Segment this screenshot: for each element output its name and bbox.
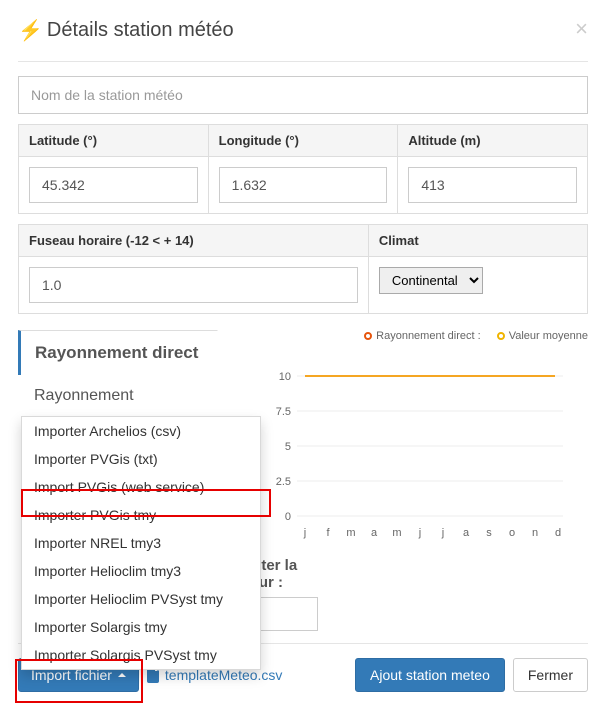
modal-title-text: Détails station météo [47,19,234,42]
flash-icon: ⚡ [18,18,43,43]
longitude-label: Longitude (°) [209,125,398,157]
close-button[interactable]: × [575,18,588,40]
latitude-input[interactable] [29,167,198,203]
x-tick: a [463,527,470,539]
dropdown-item-nrel-tmy3[interactable]: Importer NREL tmy3 [22,529,260,557]
legend-label-1: Rayonnement direct : [376,330,481,342]
import-dropdown-menu: Importer Archelios (csv) Importer PVGis … [21,416,261,670]
latitude-label: Latitude (°) [19,125,208,157]
chart-legend: Rayonnement direct : Valeur moyenne [238,330,588,342]
add-station-button[interactable]: Ajout station meteo [355,658,505,692]
y-tick: 5 [285,441,291,453]
timezone-input[interactable] [29,267,358,303]
y-tick: 2.5 [276,476,291,488]
dropdown-item-solargis-pvsyst[interactable]: Importer Solargis PVSyst tmy [22,641,260,669]
dropdown-item-archelios[interactable]: Importer Archelios (csv) [22,417,260,445]
x-tick: j [441,527,444,539]
y-tick: 0 [285,511,291,523]
dropdown-item-helioclim-pvsyst[interactable]: Importer Helioclim PVSyst tmy [22,585,260,613]
caret-up-icon [118,673,126,677]
climate-select[interactable]: Continental [379,267,483,294]
x-tick: d [555,527,561,539]
timezone-label: Fuseau horaire (-12 < + 14) [19,225,368,257]
x-tick: f [326,527,330,539]
x-tick: m [392,527,401,539]
line-chart: 10 7.5 5 2.5 0 j f m a m j j a s o n d [238,356,588,546]
x-tick: j [418,527,421,539]
dropdown-item-solargis-tmy[interactable]: Importer Solargis tmy [22,613,260,641]
close-footer-button[interactable]: Fermer [513,658,588,692]
altitude-input[interactable] [408,167,577,203]
station-name-input[interactable] [18,76,588,114]
dropdown-item-pvgis-web[interactable]: Import PVGis (web service) [22,473,260,501]
legend-label-2: Valeur moyenne [509,330,588,342]
dropdown-item-pvgis-tmy[interactable]: Importer PVGis tmy [22,501,260,529]
dropdown-item-helioclim-tmy3[interactable]: Importer Helioclim tmy3 [22,557,260,585]
climate-label: Climat [369,225,587,257]
x-tick: n [532,527,538,539]
tab-rayonnement[interactable]: Rayonnement [18,375,218,417]
x-tick: a [371,527,378,539]
longitude-input[interactable] [219,167,388,203]
modal-title: ⚡ Détails station météo [18,18,234,43]
y-tick: 10 [279,371,291,383]
x-tick: j [303,527,306,539]
x-tick: s [486,527,492,539]
x-tick: m [346,527,355,539]
dropdown-item-pvgis-txt[interactable]: Importer PVGis (txt) [22,445,260,473]
legend-dot-red-icon [364,332,372,340]
altitude-label: Altitude (m) [398,125,587,157]
legend-dot-yellow-icon [497,332,505,340]
tab-rayonnement-direct[interactable]: Rayonnement direct [18,330,218,375]
x-tick: o [509,527,515,539]
y-tick: 7.5 [276,406,291,418]
